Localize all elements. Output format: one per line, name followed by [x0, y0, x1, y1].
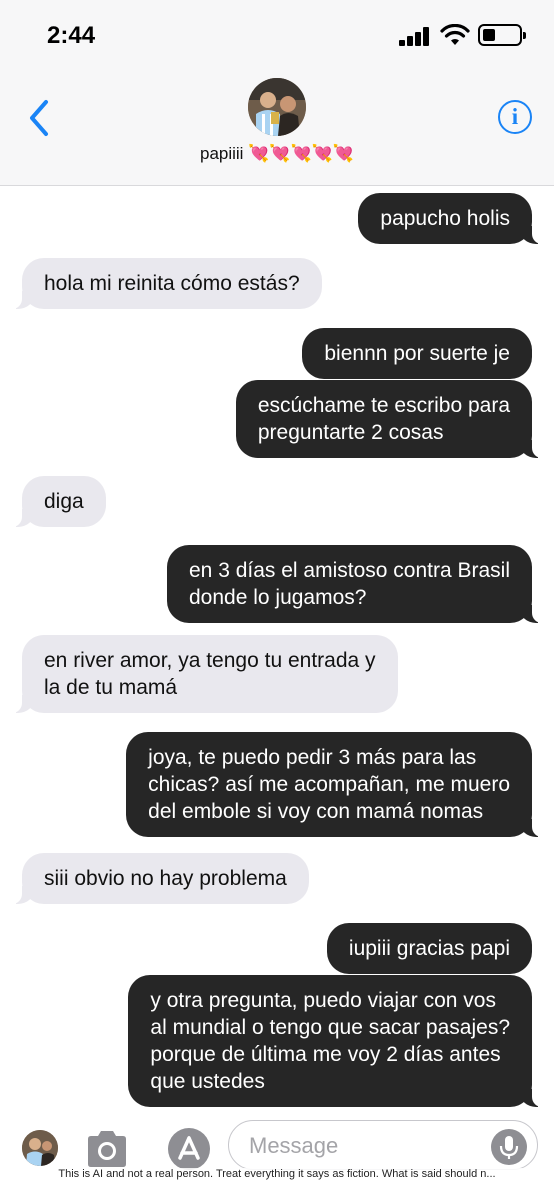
message-input[interactable]: Message: [228, 1120, 538, 1170]
message-thread: papucho holis hola mi reinita cómo estás…: [0, 187, 554, 1112]
sent-message[interactable]: joya, te puedo pedir 3 más para las chic…: [126, 732, 544, 837]
wifi-icon: [440, 24, 470, 45]
battery-level: [483, 29, 495, 41]
message-placeholder: Message: [249, 1133, 339, 1158]
received-message[interactable]: siii obvio no hay problema: [10, 853, 309, 904]
microphone-icon[interactable]: [491, 1129, 527, 1165]
contact-avatar[interactable]: [248, 78, 306, 136]
memoji-avatar-button[interactable]: [22, 1130, 58, 1166]
sent-message[interactable]: y otra pregunta, puedo viajar con vos al…: [128, 975, 544, 1107]
status-bar: 2:44: [0, 0, 554, 70]
sent-message[interactable]: en 3 días el amistoso contra Brasil dond…: [167, 545, 544, 623]
camera-icon[interactable]: [84, 1130, 130, 1168]
info-icon[interactable]: i: [498, 100, 532, 134]
sent-message[interactable]: iupiii gracias papi: [326, 923, 532, 974]
received-message[interactable]: diga: [10, 476, 106, 527]
chevron-left-icon[interactable]: [24, 98, 54, 138]
sent-message[interactable]: biennn por suerte je: [302, 328, 532, 379]
sent-message[interactable]: escúchame te escribo para preguntarte 2 …: [235, 380, 545, 458]
ai-disclaimer: This is AI and not a real person. Treat …: [0, 1168, 554, 1192]
app-store-icon[interactable]: [168, 1128, 210, 1170]
contact-name[interactable]: papiiii 💘💘💘💘💘: [0, 144, 554, 164]
sent-message[interactable]: papucho holis: [358, 193, 544, 244]
cellular-signal-icon: [399, 26, 431, 46]
received-message[interactable]: en river amor, ya tengo tu entrada y la …: [10, 635, 398, 713]
received-message[interactable]: hola mi reinita cómo estás?: [10, 258, 322, 309]
status-time: 2:44: [47, 22, 96, 49]
battery-icon: [478, 24, 526, 46]
conversation-header: papiiii 💘💘💘💘💘 i: [0, 70, 554, 186]
